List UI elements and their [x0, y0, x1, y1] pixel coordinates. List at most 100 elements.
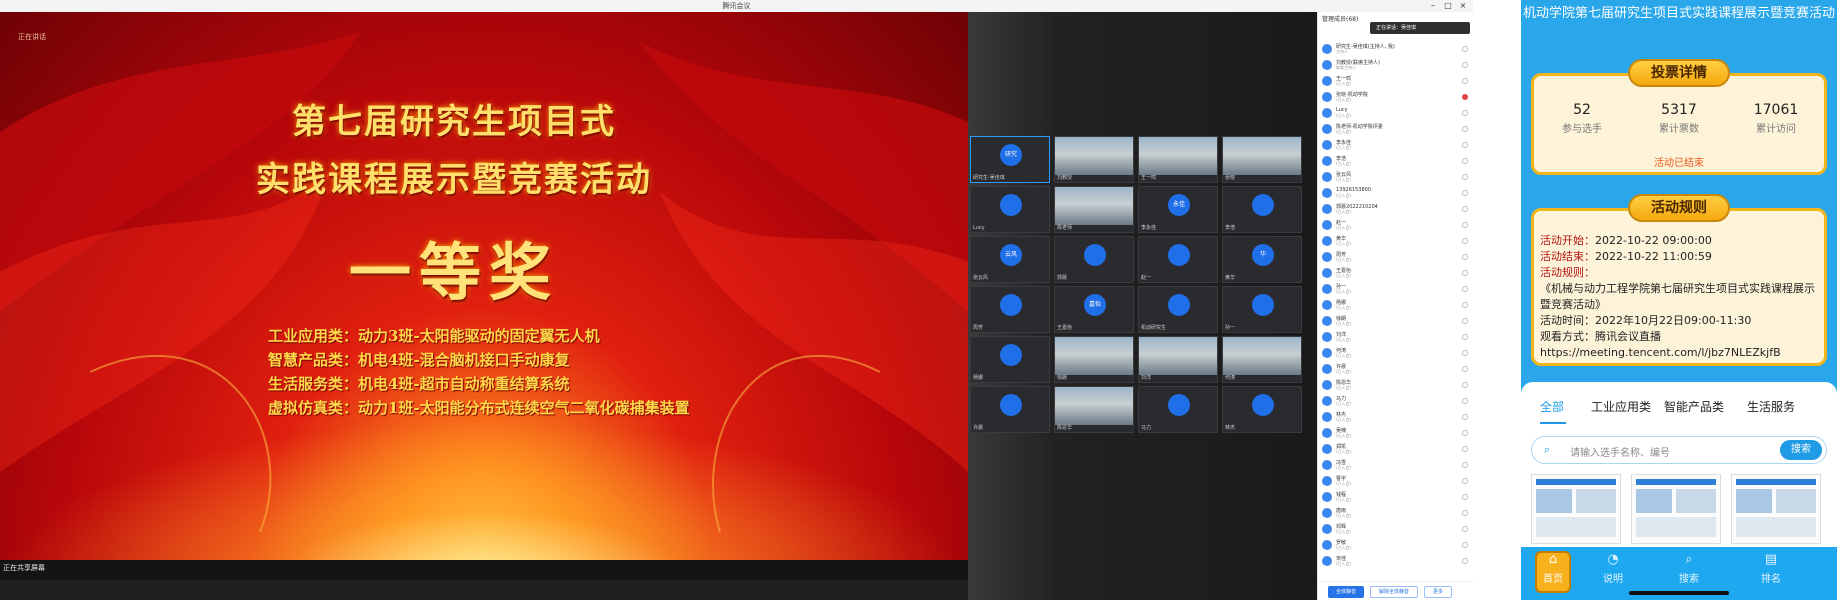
- unmute-all-button[interactable]: 解除全体静音: [1370, 586, 1418, 598]
- mic-icon[interactable]: [1462, 446, 1468, 452]
- nav-home[interactable]: ⌂ 首页: [1535, 551, 1571, 593]
- tab-life-services[interactable]: 生活服务: [1747, 398, 1795, 415]
- mic-icon[interactable]: [1462, 286, 1468, 292]
- mic-icon[interactable]: [1462, 414, 1468, 420]
- mic-icon[interactable]: [1462, 190, 1468, 196]
- video-tile[interactable]: 刘教授: [1054, 136, 1134, 183]
- mic-icon[interactable]: [1462, 110, 1468, 116]
- member-row[interactable]: 张晓-机动学院 (已入会): [1322, 90, 1472, 104]
- mic-icon[interactable]: [1462, 318, 1468, 324]
- member-row[interactable]: 郭晨2022210204 (已入会): [1322, 202, 1472, 216]
- mic-icon[interactable]: [1462, 398, 1468, 404]
- mic-icon[interactable]: [1462, 62, 1468, 68]
- member-row[interactable]: 杨娜 (已入会): [1322, 298, 1472, 312]
- nav-info[interactable]: ◔ 说明: [1583, 553, 1643, 586]
- member-row[interactable]: 郑凯 (已入会): [1322, 442, 1472, 456]
- mic-icon[interactable]: [1462, 158, 1468, 164]
- member-row[interactable]: 13926153800 (已入会): [1322, 186, 1472, 200]
- mic-icon[interactable]: [1462, 510, 1468, 516]
- mic-icon[interactable]: [1462, 542, 1468, 548]
- member-row[interactable]: 李浩 (已入会): [1322, 154, 1472, 168]
- video-tile[interactable]: 陈恩华: [1054, 386, 1134, 433]
- mic-icon[interactable]: [1462, 334, 1468, 340]
- member-row[interactable]: 邓辉 (已入会): [1322, 522, 1472, 536]
- mic-icon[interactable]: [1462, 350, 1468, 356]
- mic-icon[interactable]: [1462, 222, 1468, 228]
- member-row[interactable]: 李永佳 (已入会): [1322, 138, 1472, 152]
- tab-industrial[interactable]: 工业应用类: [1591, 398, 1651, 415]
- maximize-icon[interactable]: □: [1442, 0, 1454, 12]
- member-row[interactable]: 王嘉怡 (已入会): [1322, 266, 1472, 280]
- member-row[interactable]: 唐雨 (已入会): [1322, 506, 1472, 520]
- member-row[interactable]: 陈老师-机动学院评委 (已入会): [1322, 122, 1472, 136]
- member-row[interactable]: 马力 (已入会): [1322, 394, 1472, 408]
- member-row[interactable]: 徐朗 (已入会): [1322, 314, 1472, 328]
- member-row[interactable]: 赵一 (已入会): [1322, 218, 1472, 232]
- mic-icon[interactable]: [1462, 46, 1468, 52]
- close-icon[interactable]: ×: [1457, 0, 1469, 12]
- video-tile[interactable]: 许晨: [970, 386, 1050, 433]
- member-row[interactable]: 刘教授(联席主持人) 联席主持人: [1322, 58, 1472, 72]
- mic-icon[interactable]: [1462, 206, 1468, 212]
- mic-icon[interactable]: [1462, 94, 1468, 100]
- video-tile[interactable]: 刘洋: [1138, 336, 1218, 383]
- member-row[interactable]: 曹宇 (已入会): [1322, 474, 1472, 488]
- mic-icon[interactable]: [1462, 430, 1468, 436]
- nav-search[interactable]: ⌕ 搜索: [1659, 553, 1719, 586]
- more-button[interactable]: 更多: [1424, 586, 1452, 598]
- contestant-thumbnail[interactable]: [1531, 474, 1621, 544]
- mic-icon[interactable]: [1462, 478, 1468, 484]
- video-tile[interactable]: 陈老师: [1054, 186, 1134, 233]
- meeting-link[interactable]: https://meeting.tencent.com/l/jbz7NLEZkj…: [1540, 345, 1822, 361]
- mic-icon[interactable]: [1462, 238, 1468, 244]
- video-tile[interactable]: 马力: [1138, 386, 1218, 433]
- video-tile[interactable]: 杨娜: [970, 336, 1050, 383]
- contestant-thumbnail[interactable]: [1631, 474, 1721, 544]
- member-row[interactable]: 孙一 (已入会): [1322, 282, 1472, 296]
- mic-icon[interactable]: [1462, 462, 1468, 468]
- video-tile[interactable]: 嘉怡 王嘉怡: [1054, 286, 1134, 333]
- mic-icon[interactable]: [1462, 270, 1468, 276]
- mic-icon[interactable]: [1462, 526, 1468, 532]
- mic-icon[interactable]: [1462, 142, 1468, 148]
- member-row[interactable]: 陈恩华 (已入会): [1322, 378, 1472, 392]
- mic-icon[interactable]: [1462, 126, 1468, 132]
- video-tile[interactable]: 云风 张云风: [970, 236, 1050, 283]
- video-tile[interactable]: 机动研究生: [1138, 286, 1218, 333]
- video-tile[interactable]: 赵一: [1138, 236, 1218, 283]
- video-tile[interactable]: 李浩: [1222, 186, 1302, 233]
- member-row[interactable]: 王一鸣 (已入会): [1322, 74, 1472, 88]
- video-tile[interactable]: 林杰: [1222, 386, 1302, 433]
- mic-icon[interactable]: [1462, 78, 1468, 84]
- mic-icon[interactable]: [1462, 366, 1468, 372]
- video-tile[interactable]: 王一鸣: [1138, 136, 1218, 183]
- member-row[interactable]: 林杰 (已入会): [1322, 410, 1472, 424]
- search-button[interactable]: 搜索: [1780, 440, 1822, 460]
- member-row[interactable]: 钱程 (已入会): [1322, 490, 1472, 504]
- mic-icon[interactable]: [1462, 558, 1468, 564]
- mute-all-button[interactable]: 全体静音: [1328, 586, 1364, 598]
- video-tile[interactable]: 张晓: [1222, 136, 1302, 183]
- member-row[interactable]: 罗敏 (已入会): [1322, 538, 1472, 552]
- contestant-thumbnail[interactable]: [1731, 474, 1821, 544]
- video-tile[interactable]: 华黄华: [1222, 236, 1302, 283]
- mic-icon[interactable]: [1462, 382, 1468, 388]
- video-tile[interactable]: 郭晨: [1054, 236, 1134, 283]
- mic-icon[interactable]: [1462, 302, 1468, 308]
- minimize-icon[interactable]: –: [1427, 0, 1439, 12]
- member-row[interactable]: 吴楠 (已入会): [1322, 426, 1472, 440]
- tab-all[interactable]: 全部: [1540, 398, 1564, 415]
- member-row[interactable]: 刘洋 (已入会): [1322, 330, 1472, 344]
- mic-icon[interactable]: [1462, 254, 1468, 260]
- member-row[interactable]: 宋佳 (已入会): [1322, 554, 1472, 568]
- mic-icon[interactable]: [1462, 494, 1468, 500]
- member-row[interactable]: Lucy (已入会): [1322, 106, 1472, 120]
- member-row[interactable]: 研究生-吴佳琪(主持人, 我) 主持人: [1322, 42, 1472, 56]
- member-row[interactable]: 张云风 (已入会): [1322, 170, 1472, 184]
- tab-smart-products[interactable]: 智能产品类: [1664, 398, 1724, 415]
- video-tile[interactable]: 周芳: [970, 286, 1050, 333]
- video-tile[interactable]: 永佳 李永佳: [1138, 186, 1218, 233]
- member-row[interactable]: 许晨 (已入会): [1322, 362, 1472, 376]
- member-row[interactable]: 冯雪 (已入会): [1322, 458, 1472, 472]
- video-tile[interactable]: Lucy: [970, 186, 1050, 233]
